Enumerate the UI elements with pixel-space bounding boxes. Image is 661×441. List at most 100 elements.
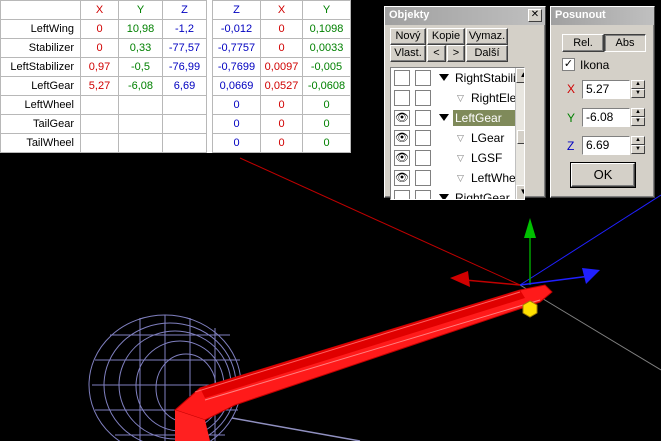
cell-x2[interactable]: 0 xyxy=(260,19,303,39)
tree-item-leftwheel[interactable]: 👁 ▽ LeftWheel xyxy=(391,168,524,188)
lock-toggle[interactable] xyxy=(415,110,431,126)
x-input[interactable]: 5.27 xyxy=(582,80,630,99)
delete-button[interactable]: Vymaz. xyxy=(466,28,508,45)
z-spinner[interactable]: ▲ ▼ xyxy=(631,136,645,155)
tree-item-rightstabilizer[interactable]: RightStabilizer xyxy=(391,68,524,88)
cell-x2[interactable]: 0 xyxy=(260,114,303,134)
object-tree[interactable]: RightStabilizer ▽ RightElevator 👁 LeftGe… xyxy=(390,67,525,200)
cell-y[interactable] xyxy=(118,133,163,153)
close-icon[interactable]: ✕ xyxy=(528,9,542,22)
cell-x2[interactable]: 0 xyxy=(260,95,303,115)
tree-item-lgear[interactable]: 👁 ▽ LGear xyxy=(391,128,524,148)
cell-y2[interactable]: 0 xyxy=(302,133,351,153)
cell-z[interactable]: -77,57 xyxy=(162,38,207,58)
spin-up-icon[interactable]: ▲ xyxy=(631,108,645,117)
expand-triangle-icon[interactable] xyxy=(439,74,449,81)
lock-toggle[interactable] xyxy=(415,70,431,86)
tree-scrollbar[interactable]: ▲ ▼ xyxy=(515,68,524,199)
next-object-button[interactable]: Další xyxy=(466,45,508,62)
visibility-toggle[interactable] xyxy=(394,190,410,199)
cell-z2[interactable]: -0,012 xyxy=(212,19,261,39)
eye-icon[interactable]: 👁 xyxy=(394,150,410,166)
cell-x[interactable]: 0 xyxy=(80,19,119,39)
cell-y2[interactable]: 0,1098 xyxy=(302,19,351,39)
visibility-toggle[interactable] xyxy=(394,70,410,86)
pivot-cube-icon[interactable] xyxy=(522,300,538,318)
cell-y2[interactable]: -0,0608 xyxy=(302,76,351,96)
eye-icon[interactable]: 👁 xyxy=(394,130,410,146)
y-input[interactable]: -6.08 xyxy=(582,108,630,127)
tree-item-lgsf[interactable]: 👁 ▽ LGSF xyxy=(391,148,524,168)
x-spinner[interactable]: ▲ ▼ xyxy=(631,80,645,99)
col-header-x: X xyxy=(80,0,119,20)
cell-y2[interactable]: 0 xyxy=(302,95,351,115)
cell-x2[interactable]: 0,0097 xyxy=(260,57,303,77)
posunout-titlebar[interactable]: Posunout xyxy=(551,7,654,25)
prev-button[interactable]: < xyxy=(427,45,446,62)
lock-toggle[interactable] xyxy=(415,170,431,186)
cell-x[interactable] xyxy=(80,95,119,115)
cell-x[interactable]: 0,97 xyxy=(80,57,119,77)
cell-z2[interactable]: 0 xyxy=(212,114,261,134)
cell-y[interactable]: -6,08 xyxy=(118,76,163,96)
cell-z[interactable]: -1,2 xyxy=(162,19,207,39)
table-row: LeftGear 5,27 -6,08 6,69 0,0669 0,0527 -… xyxy=(0,76,351,96)
scroll-up-icon[interactable]: ▲ xyxy=(516,68,524,83)
cell-x2[interactable]: 0 xyxy=(260,38,303,58)
lock-toggle[interactable] xyxy=(415,90,431,106)
cell-y2[interactable]: 0,0033 xyxy=(302,38,351,58)
visibility-toggle[interactable] xyxy=(394,90,410,106)
relative-button[interactable]: Rel. xyxy=(562,34,604,52)
ok-button[interactable]: OK xyxy=(570,162,636,188)
cell-y[interactable] xyxy=(118,114,163,134)
cell-x[interactable]: 5,27 xyxy=(80,76,119,96)
spin-down-icon[interactable]: ▼ xyxy=(631,89,645,98)
cell-z[interactable] xyxy=(162,133,207,153)
spin-up-icon[interactable]: ▲ xyxy=(631,136,645,145)
z-input[interactable]: 6.69 xyxy=(582,136,630,155)
tree-item-leftgear[interactable]: 👁 LeftGear xyxy=(391,108,524,128)
cell-x[interactable] xyxy=(80,133,119,153)
expand-triangle-icon[interactable] xyxy=(439,114,449,121)
lock-toggle[interactable] xyxy=(415,130,431,146)
scroll-down-icon[interactable]: ▼ xyxy=(516,185,524,199)
y-spinner[interactable]: ▲ ▼ xyxy=(631,108,645,127)
cell-x2[interactable]: 0 xyxy=(260,133,303,153)
cell-z[interactable]: 6,69 xyxy=(162,76,207,96)
spin-down-icon[interactable]: ▼ xyxy=(631,117,645,126)
spin-up-icon[interactable]: ▲ xyxy=(631,80,645,89)
cell-x[interactable]: 0 xyxy=(80,38,119,58)
cell-y2[interactable]: -0,005 xyxy=(302,57,351,77)
cell-z[interactable]: -76,99 xyxy=(162,57,207,77)
absolute-button[interactable]: Abs xyxy=(604,34,646,52)
scroll-thumb[interactable] xyxy=(517,130,524,144)
cell-z[interactable] xyxy=(162,95,207,115)
objekty-titlebar[interactable]: Objekty ✕ xyxy=(385,7,545,25)
cell-z2[interactable]: 0 xyxy=(212,95,261,115)
cell-y[interactable] xyxy=(118,95,163,115)
cell-z2[interactable]: -0,7699 xyxy=(212,57,261,77)
copy-button[interactable]: Kopie xyxy=(427,28,465,45)
ikona-checkbox[interactable]: ✓ xyxy=(562,58,575,71)
cell-y2[interactable]: 0 xyxy=(302,114,351,134)
lock-toggle[interactable] xyxy=(415,190,431,199)
cell-z2[interactable]: -0,7757 xyxy=(212,38,261,58)
eye-icon[interactable]: 👁 xyxy=(394,170,410,186)
cell-z[interactable] xyxy=(162,114,207,134)
expand-triangle-icon[interactable] xyxy=(439,194,449,199)
cell-y[interactable]: -0,5 xyxy=(118,57,163,77)
cell-x2[interactable]: 0,0527 xyxy=(260,76,303,96)
cell-z2[interactable]: 0 xyxy=(212,133,261,153)
cell-x[interactable] xyxy=(80,114,119,134)
cell-y[interactable]: 0,33 xyxy=(118,38,163,58)
tree-item-rightelevator[interactable]: ▽ RightElevator xyxy=(391,88,524,108)
cell-y[interactable]: 10,98 xyxy=(118,19,163,39)
properties-button[interactable]: Vlast. xyxy=(390,45,426,62)
eye-icon[interactable]: 👁 xyxy=(394,110,410,126)
tree-item-rightgear[interactable]: RightGear xyxy=(391,188,524,199)
lock-toggle[interactable] xyxy=(415,150,431,166)
next-button[interactable]: > xyxy=(447,45,465,62)
cell-z2[interactable]: 0,0669 xyxy=(212,76,261,96)
spin-down-icon[interactable]: ▼ xyxy=(631,145,645,154)
new-button[interactable]: Nový xyxy=(390,28,426,45)
